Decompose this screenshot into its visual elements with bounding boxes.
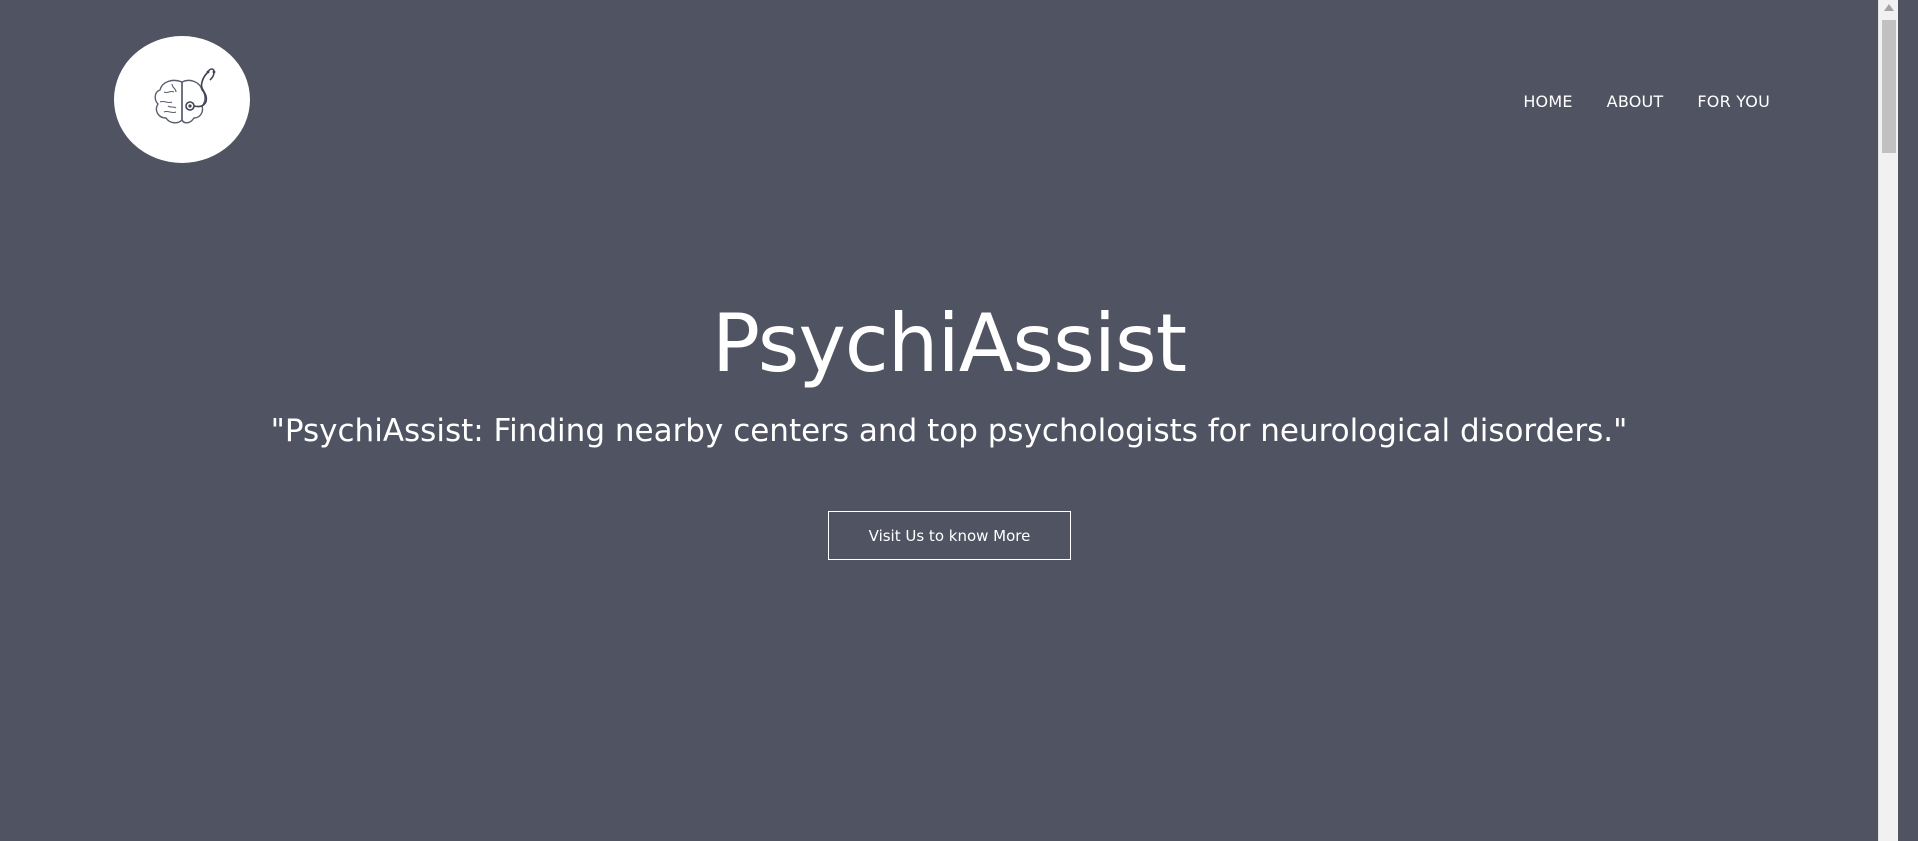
scroll-up-arrow-icon[interactable] — [1884, 4, 1894, 11]
site-logo[interactable] — [114, 36, 250, 163]
vertical-scrollbar[interactable] — [1878, 0, 1898, 841]
brain-stethoscope-icon — [154, 67, 216, 123]
hero-tagline: "PsychiAssist: Finding nearby centers an… — [270, 413, 1628, 449]
page: HOME ABOUT FOR YOU PsychiAssist "PsychiA… — [0, 0, 1898, 841]
nav-for-you-link[interactable]: FOR YOU — [1697, 92, 1770, 111]
hero-title: PsychiAssist — [711, 297, 1187, 390]
nav-about-link[interactable]: ABOUT — [1607, 92, 1664, 111]
scrollbar-thumb[interactable] — [1882, 20, 1896, 153]
main-nav: HOME ABOUT FOR YOU — [1523, 92, 1770, 111]
visit-us-button[interactable]: Visit Us to know More — [828, 511, 1071, 560]
nav-home-link[interactable]: HOME — [1523, 92, 1572, 111]
